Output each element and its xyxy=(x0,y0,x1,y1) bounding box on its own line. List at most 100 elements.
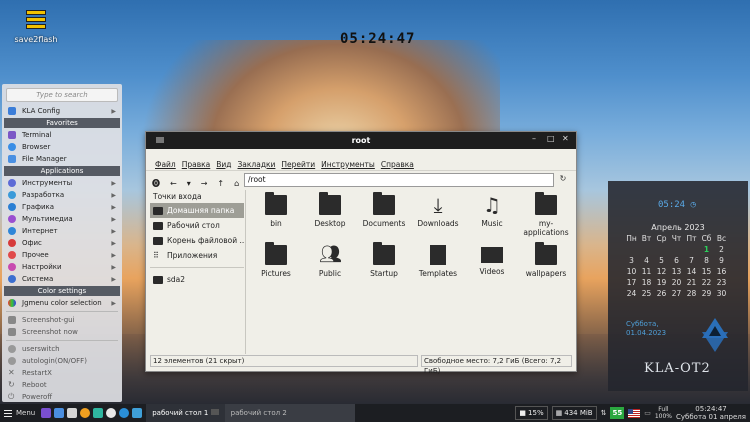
menu-item-autologin[interactable]: autologin(ON/OFF) xyxy=(2,355,122,367)
info-icon[interactable]: ⓿ xyxy=(152,178,160,189)
menu-item-screenshot-now[interactable]: Screenshot now xyxy=(2,326,122,338)
pane-divider[interactable] xyxy=(245,190,246,354)
file-item-documents[interactable]: Documents xyxy=(358,192,410,242)
calendar-day[interactable]: 19 xyxy=(654,277,669,288)
volume-indicator[interactable]: ■ 15% xyxy=(515,406,548,420)
file-item-desktop[interactable]: Desktop xyxy=(304,192,356,242)
files-launcher-icon[interactable] xyxy=(132,408,143,418)
calendar-day[interactable]: 21 xyxy=(684,277,699,288)
menu-item-development[interactable]: Разработка ▶ xyxy=(2,189,122,201)
desktop-icon-save2flash[interactable]: save2flash xyxy=(14,8,58,44)
network-launcher-icon[interactable] xyxy=(119,408,130,418)
menu-edit[interactable]: Правка xyxy=(182,160,211,169)
chevron-down-icon[interactable]: ▾ xyxy=(187,179,191,188)
taskbar-clock[interactable]: 05:24:47 Суббота 01 апреля xyxy=(676,405,746,421)
start-menu-button[interactable]: Menu xyxy=(0,404,39,422)
calendar-day[interactable]: 25 xyxy=(639,288,654,299)
store-launcher-icon[interactable] xyxy=(93,408,104,418)
calendar-day[interactable]: 15 xyxy=(699,266,714,277)
menu-help[interactable]: Справка xyxy=(381,160,414,169)
calendar-day[interactable]: 22 xyxy=(699,277,714,288)
gear-launcher-icon[interactable] xyxy=(106,408,117,418)
calendar-day[interactable]: 2 xyxy=(714,244,729,255)
calendar-day[interactable]: 6 xyxy=(669,255,684,266)
forward-icon[interactable]: → xyxy=(201,179,208,188)
menu-file[interactable]: Файл xyxy=(155,160,176,169)
menu-item-file-manager[interactable]: File Manager xyxy=(2,153,122,165)
file-item-public[interactable]: 👥︎ Public xyxy=(304,242,356,292)
calendar-day[interactable]: 3 xyxy=(624,255,639,266)
calendar-day[interactable]: 10 xyxy=(624,266,639,277)
terminal-launcher-icon[interactable] xyxy=(41,408,52,418)
text-editor-launcher-icon[interactable] xyxy=(67,408,78,418)
menu-item-settings[interactable]: Настройки ▶ xyxy=(2,261,122,273)
refresh-icon[interactable]: ↻ xyxy=(557,174,569,186)
maximize-icon[interactable]: □ xyxy=(547,135,555,143)
calendar-day[interactable]: 29 xyxy=(699,288,714,299)
menu-go[interactable]: Перейти xyxy=(281,160,315,169)
menu-item-graphics[interactable]: Графика ▶ xyxy=(2,201,122,213)
calendar-day[interactable]: 20 xyxy=(669,277,684,288)
menu-view[interactable]: Вид xyxy=(216,160,231,169)
menu-tools[interactable]: Инструменты xyxy=(321,160,375,169)
battery-indicator[interactable]: Full 100% xyxy=(655,406,672,420)
back-icon[interactable]: ← xyxy=(170,179,177,188)
menu-item-screenshot-gui[interactable]: Screenshot-gui xyxy=(2,314,122,326)
calendar-day[interactable]: 16 xyxy=(714,266,729,277)
browser-launcher-icon[interactable] xyxy=(54,408,65,418)
file-item-templates[interactable]: Templates xyxy=(412,242,464,292)
menu-item-restartx[interactable]: ✕ RestartX xyxy=(2,367,122,379)
menu-item-terminal[interactable]: Terminal xyxy=(2,129,122,141)
menu-item-browser[interactable]: Browser xyxy=(2,141,122,153)
file-item-my-applications[interactable]: my-applications xyxy=(520,192,572,242)
menu-item-other[interactable]: Прочее ▶ xyxy=(2,249,122,261)
calendar-day[interactable]: 17 xyxy=(624,277,639,288)
menu-item-userswitch[interactable]: userswitch xyxy=(2,343,122,355)
calendar-day[interactable]: 26 xyxy=(654,288,669,299)
keyboard-layout-flag-icon[interactable] xyxy=(628,408,641,418)
file-item-startup[interactable]: Startup xyxy=(358,242,410,292)
location-input[interactable]: /root xyxy=(244,173,554,187)
menu-item-tools[interactable]: Инструменты ▶ xyxy=(2,177,122,189)
sidebar-item-home[interactable]: Домашняя папка xyxy=(150,203,244,218)
menu-item-poweroff[interactable]: ⏻ Poweroff xyxy=(2,391,122,403)
sidebar-item-sda2[interactable]: sda2 xyxy=(150,272,244,287)
media-launcher-icon[interactable] xyxy=(80,408,91,418)
menu-item-multimedia[interactable]: Мультимедиа ▶ xyxy=(2,213,122,225)
minimize-icon[interactable]: – xyxy=(532,135,540,143)
calendar-day[interactable]: 4 xyxy=(639,255,654,266)
taskbar-desktop-1[interactable]: рабочий стол 1 xyxy=(146,404,225,422)
window-titlebar[interactable]: root – □ ✕ xyxy=(146,132,576,149)
calendar-day[interactable]: 24 xyxy=(624,288,639,299)
sidebar-item-applications[interactable]: ⠿ Приложения xyxy=(150,248,244,263)
calendar-day[interactable]: 9 xyxy=(714,255,729,266)
file-item-pictures[interactable]: Pictures xyxy=(250,242,302,292)
file-item-bin[interactable]: bin xyxy=(250,192,302,242)
calendar-day[interactable]: 12 xyxy=(654,266,669,277)
sidebar-item-desktop[interactable]: Рабочий стол xyxy=(150,218,244,233)
calendar-day[interactable]: 8 xyxy=(699,255,714,266)
home-icon[interactable]: ⌂ xyxy=(234,179,239,188)
memory-indicator[interactable]: ▦ 434 MiB xyxy=(551,406,597,420)
calendar-day[interactable]: 23 xyxy=(714,277,729,288)
calendar-day[interactable]: 27 xyxy=(669,288,684,299)
file-item-music[interactable]: ♫ Music xyxy=(466,192,518,242)
calendar-day[interactable]: 5 xyxy=(654,255,669,266)
menu-item-system[interactable]: Система ▶ xyxy=(2,273,122,285)
calendar-day[interactable]: 1 xyxy=(699,244,714,255)
network-icon[interactable]: ⇅ xyxy=(601,409,607,417)
file-item-videos[interactable]: Videos xyxy=(466,242,518,292)
calendar-day[interactable]: 30 xyxy=(714,288,729,299)
display-icon[interactable]: ▭ xyxy=(644,409,651,417)
calendar-day[interactable]: 13 xyxy=(669,266,684,277)
calendar-day[interactable]: 7 xyxy=(684,255,699,266)
calendar-day[interactable]: 11 xyxy=(639,266,654,277)
menu-search-input[interactable]: Type to search xyxy=(6,88,118,102)
close-icon[interactable]: ✕ xyxy=(562,135,570,143)
file-item-wallpapers[interactable]: wallpapers xyxy=(520,242,572,292)
calendar-month[interactable]: Апрель 2023 xyxy=(608,223,748,232)
calendar-day[interactable]: 28 xyxy=(684,288,699,299)
menu-item-office[interactable]: Офис ▶ xyxy=(2,237,122,249)
menu-item-internet[interactable]: Интернет ▶ xyxy=(2,225,122,237)
menu-item-reboot[interactable]: ↻ Reboot xyxy=(2,379,122,391)
